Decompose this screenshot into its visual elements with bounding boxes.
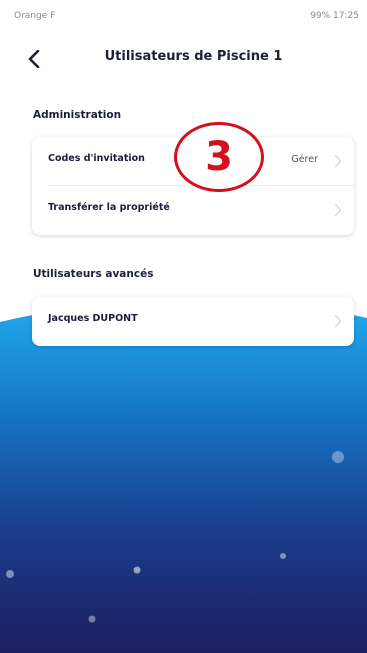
section-heading-advanced-users: Utilisateurs avancés (33, 268, 154, 280)
screen: Orange F 99% 17:25 Utilisateurs de Pisci… (0, 0, 367, 653)
bubble (6, 570, 14, 578)
back-button[interactable] (20, 45, 48, 73)
section-heading-administration: Administration (33, 109, 122, 121)
step-number-badge: 3 (174, 122, 264, 192)
chevron-left-icon (28, 50, 40, 68)
row-label: Codes d'invitation (48, 153, 145, 164)
user-row-jacques-dupont[interactable]: Jacques DUPONT (32, 297, 354, 345)
user-name: Jacques DUPONT (48, 313, 138, 324)
page-title: Utilisateurs de Piscine 1 (104, 49, 283, 64)
bubble (280, 553, 286, 559)
pool-water-illustration (0, 304, 367, 653)
bubble (332, 451, 344, 463)
chevron-right-icon (334, 203, 342, 217)
transfer-ownership-row[interactable]: Transférer la propriété (32, 186, 354, 234)
bubble (133, 566, 141, 574)
chevron-right-icon (334, 314, 342, 328)
row-label: Transférer la propriété (48, 202, 170, 213)
battery-time-label: 99% 17:25 (310, 11, 359, 21)
carrier-label: Orange F (14, 11, 56, 21)
chevron-right-icon (334, 154, 342, 168)
manage-link[interactable]: Gérer (291, 154, 318, 165)
status-bar: Orange F 99% 17:25 (0, 0, 367, 34)
bubble (88, 615, 96, 623)
advanced-users-card: Jacques DUPONT (32, 297, 354, 346)
